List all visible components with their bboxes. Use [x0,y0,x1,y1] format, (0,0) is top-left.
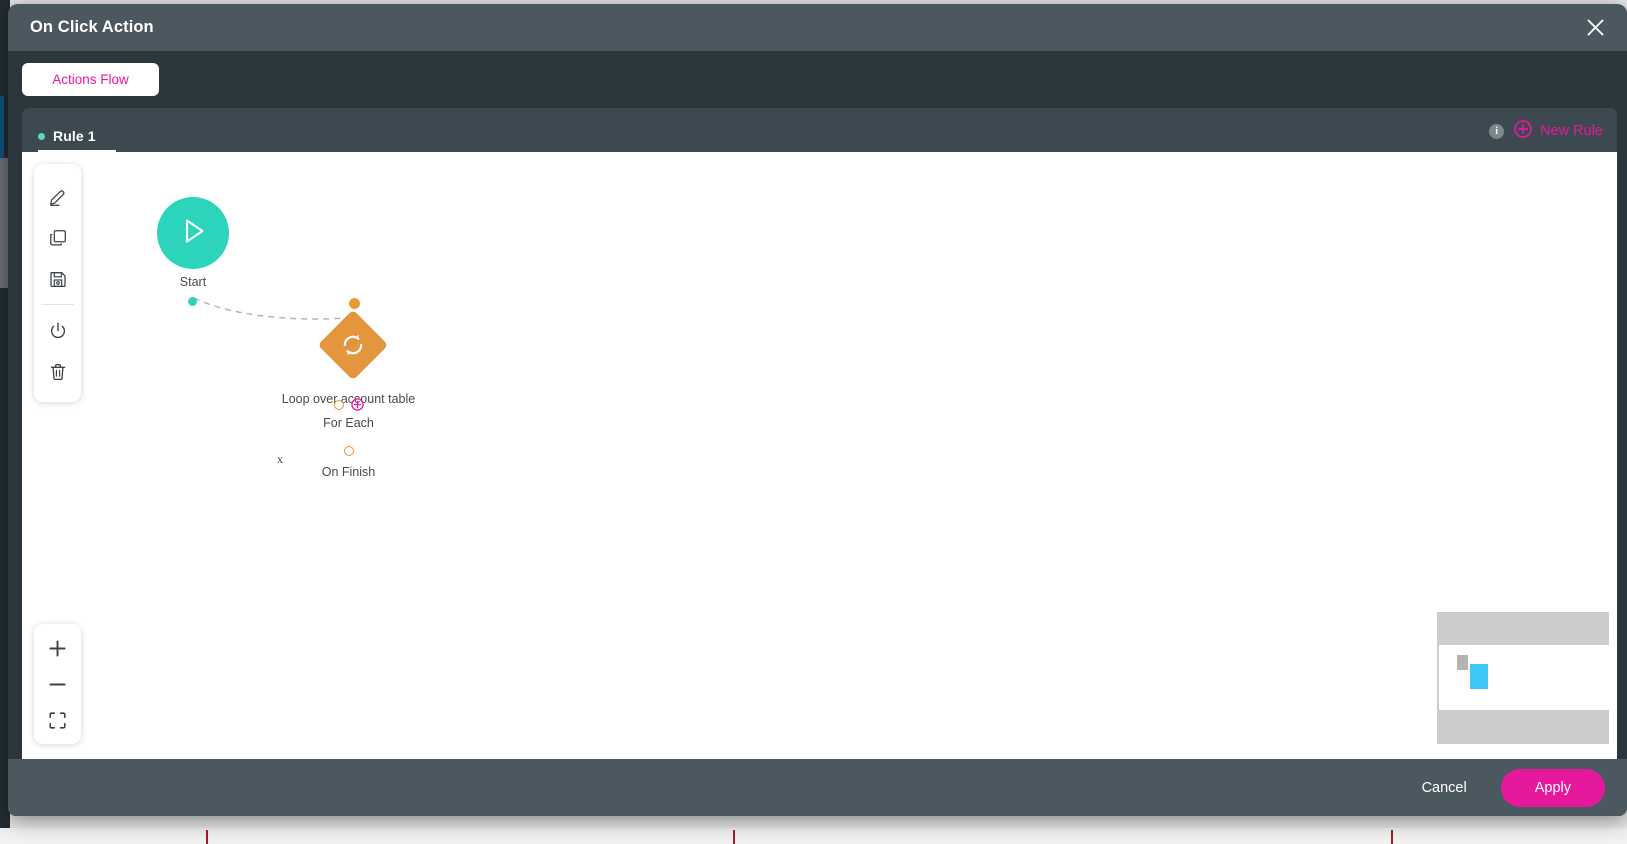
loop-output-port-for-each[interactable] [333,399,344,410]
loop-port-label-on-finish: On Finish [321,465,376,479]
pencil-icon[interactable] [38,176,78,217]
rule-status-dot [38,132,45,140]
play-icon [175,213,211,254]
loop-input-port[interactable] [349,298,360,309]
loop-port-row-for-each [333,398,364,411]
modal-footer: Cancel Apply [8,759,1627,816]
flow-canvas[interactable]: x Start Loop over account table For Each… [22,152,1617,759]
power-icon[interactable] [38,310,78,351]
flow-node-loop[interactable]: Loop over account table For Each On Fini… [282,298,415,479]
start-node-shape[interactable] [157,197,229,269]
edge-start-to-loop[interactable] [193,297,349,320]
close-icon[interactable] [1581,14,1609,42]
rule-bar-actions: i New Rule [1489,120,1603,152]
loop-node-shape[interactable] [317,309,389,381]
background-bottom-strip [0,828,1627,844]
toolbar-divider [41,304,74,305]
flow-tab-strip: Actions Flow [8,51,1627,108]
flow-graph: x Start Loop over account table For Each… [22,152,1617,759]
copy-icon[interactable] [38,217,78,258]
background-tick [206,830,208,844]
zoom-out-button[interactable] [38,666,78,702]
minimap-viewport[interactable] [1439,645,1609,710]
modal-titlebar: On Click Action [8,4,1627,51]
save-icon[interactable] [38,258,78,299]
apply-button[interactable]: Apply [1500,768,1605,807]
loop-refresh-icon [343,334,363,356]
trash-icon[interactable] [38,351,78,392]
modal-title: On Click Action [30,18,154,36]
edge-remove-marker[interactable]: x [274,452,286,467]
cancel-button[interactable]: Cancel [1410,772,1479,804]
background-tick [1391,830,1393,844]
on-click-action-modal: On Click Action Actions Flow Rule 1 i Ne… [8,4,1627,816]
zoom-controls [34,624,81,744]
rule-tab-bar: Rule 1 i New Rule [22,108,1617,152]
background-tick [733,830,735,844]
start-output-port[interactable] [188,297,197,306]
flow-node-start[interactable]: Start [157,197,229,306]
minimap-node [1457,655,1468,670]
plus-circle-icon [1514,120,1532,142]
info-icon[interactable]: i [1489,123,1505,139]
tab-actions-flow[interactable]: Actions Flow [22,63,159,96]
add-new-rule-button[interactable]: New Rule [1514,120,1603,142]
zoom-in-button[interactable] [38,630,78,666]
node-toolbar [34,164,81,402]
minimap-node [1470,664,1488,689]
background-sidebar-accent [0,96,4,158]
minimap[interactable] [1437,612,1609,744]
loop-output-port-on-finish[interactable] [343,446,354,456]
loop-port-label-for-each: For Each [323,416,374,430]
add-node-icon[interactable] [350,398,364,411]
loop-port-row-on-finish [343,446,354,456]
fit-to-screen-button[interactable] [38,702,78,738]
sidebar-item-rule-1[interactable]: Rule 1 [38,128,116,152]
start-node-label: Start [179,275,207,289]
rule-label: Rule 1 [53,128,96,144]
flow-edges [193,297,349,320]
new-rule-label: New Rule [1540,123,1603,139]
